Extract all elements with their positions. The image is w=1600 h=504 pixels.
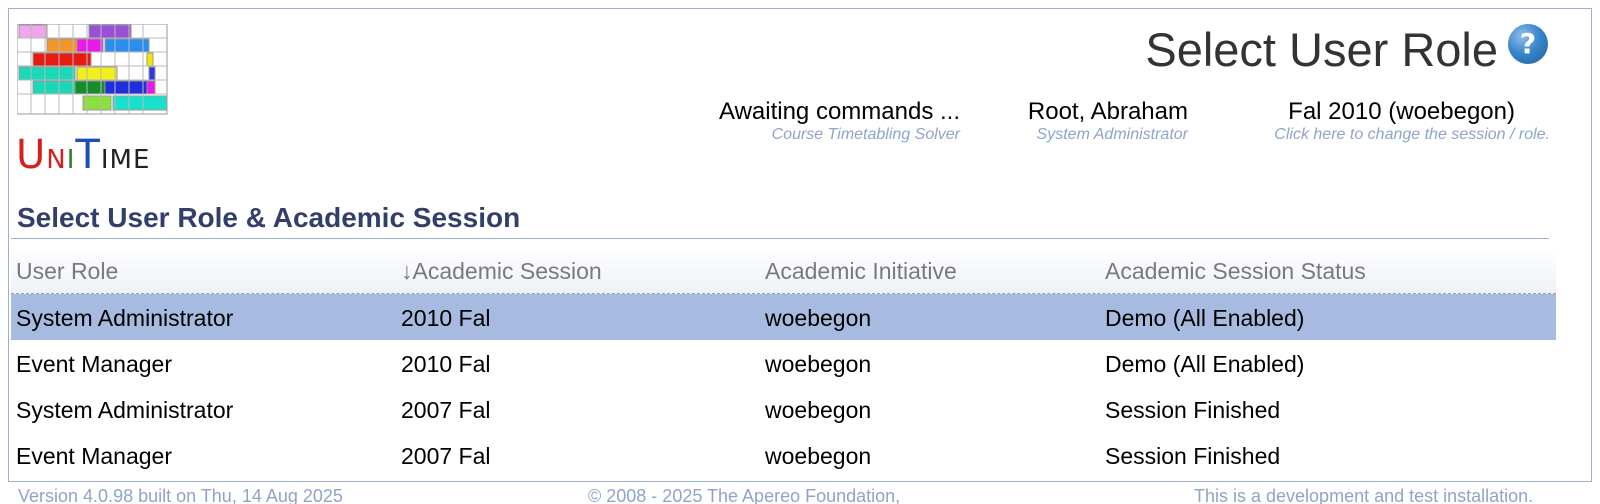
section-divider [11,238,1549,239]
cell-user-role: System Administrator [16,305,234,331]
footer-disclaimer: This is a development and test installat… [1194,486,1534,504]
section-title: Select User Role & Academic Session [17,202,521,233]
user-role: System Administrator [1036,126,1188,143]
column-header-academic-initiative[interactable]: Academic Initiative [765,258,957,285]
cell-user-role: Event Manager [16,351,172,377]
cell-session-status: Session Finished [1105,443,1281,469]
cell-session-status: Session Finished [1105,397,1281,423]
role-session-table: User Role ↓Academic Session Academic Ini… [11,248,1556,478]
cell-academic-session: 2010 Fal [401,351,491,377]
cell-user-role: Event Manager [16,443,172,469]
cell-academic-initiative: woebegon [765,351,872,377]
change-session-link[interactable]: Click here to change the session / role. [1274,126,1550,144]
column-header-session-status[interactable]: Academic Session Status [1105,258,1366,285]
footer-version: Version 4.0.98 built on Thu, 14 Aug 2025 [18,486,343,504]
cell-user-role: System Administrator [16,397,234,423]
cell-academic-session: 2010 Fal [401,305,491,331]
table-row[interactable]: Event Manager 2007 Fal woebegon Session … [11,432,1556,478]
user-info[interactable]: Root, Abraham System Administrator [1028,98,1188,144]
page-title: Select User Role [1145,23,1498,76]
table-row[interactable]: Event Manager 2010 Fal woebegon Demo (Al… [11,340,1556,386]
footer: Version 4.0.98 built on Thu, 14 Aug 2025… [18,486,1598,504]
solver-status-text: Awaiting commands ... [719,98,960,125]
help-icon[interactable]: ? [1508,24,1548,64]
cell-academic-session: 2007 Fal [401,397,491,423]
column-header-user-role[interactable]: User Role [16,258,118,285]
table-row[interactable]: System Administrator 2007 Fal woebegon S… [11,386,1556,432]
session-info[interactable]: Fal 2010 (woebegon) Click here to change… [1274,98,1550,144]
cell-academic-session: 2007 Fal [401,443,491,469]
solver-caption: Course Timetabling Solver [771,126,960,143]
user-name: Root, Abraham [1027,98,1188,125]
unitime-wordmark: UNITIME [16,132,151,178]
cell-academic-initiative: woebegon [765,397,872,423]
cell-academic-initiative: woebegon [765,443,872,469]
session-name: Fal 2010 (woebegon) [1288,98,1515,125]
cell-session-status: Demo (All Enabled) [1105,351,1305,377]
cell-session-status: Demo (All Enabled) [1105,305,1305,331]
table-header: User Role ↓Academic Session Academic Ini… [11,248,1556,294]
cell-academic-initiative: woebegon [765,305,872,331]
column-header-academic-session[interactable]: ↓Academic Session [401,258,602,285]
table-row[interactable]: System Administrator 2010 Fal woebegon D… [11,294,1556,340]
solver-status[interactable]: Awaiting commands ... Course Timetabling… [719,98,960,144]
footer-copyright[interactable]: © 2008 - 2025 The Apereo Foundation, [588,486,900,504]
